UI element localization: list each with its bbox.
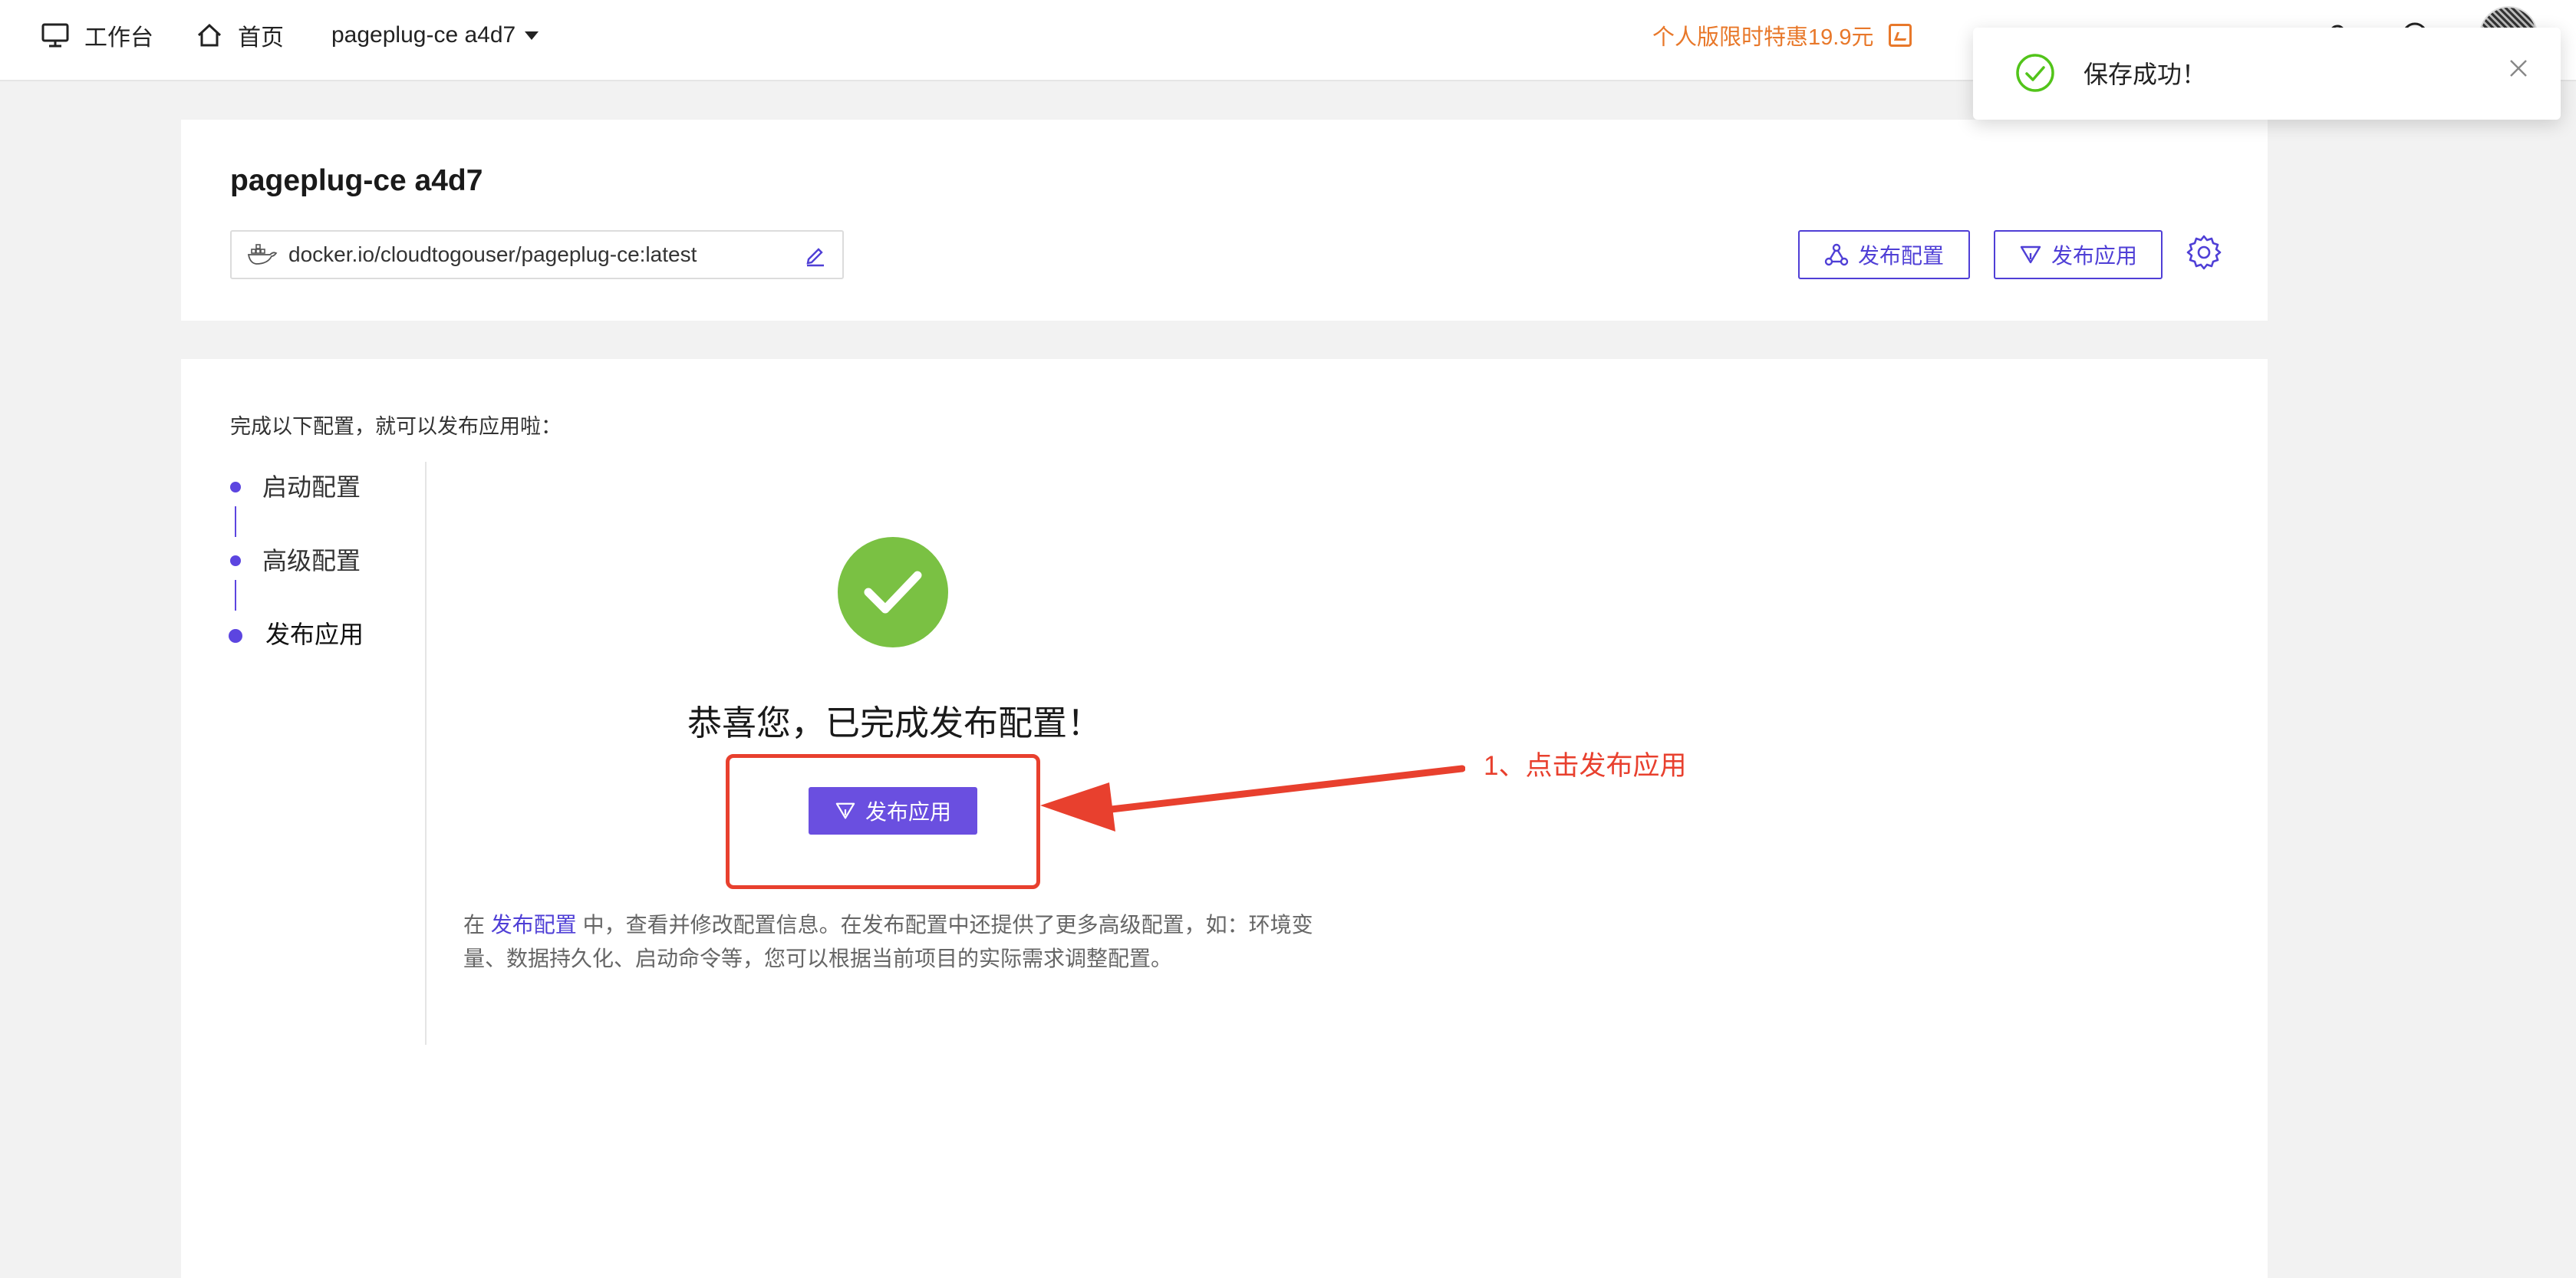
promo-link[interactable]: 个人版限时特惠19.9元 <box>1652 0 1912 71</box>
close-icon[interactable] <box>2508 58 2528 78</box>
step-publish-app[interactable]: 发布应用 <box>265 615 364 651</box>
step-connector <box>235 506 236 537</box>
promo-text: 个人版限时特惠19.9元 <box>1652 25 1874 50</box>
vertical-divider <box>425 462 427 1045</box>
publish-config-label: 发布配置 <box>1857 244 1944 268</box>
publish-config-button[interactable]: 发布配置 <box>1798 230 1970 279</box>
step-advanced-config[interactable]: 高级配置 <box>262 542 361 577</box>
caret-down-icon <box>525 31 539 40</box>
send-icon <box>2019 244 2042 265</box>
publish-app-label-top: 发布应用 <box>2051 244 2137 268</box>
success-check-icon <box>838 537 948 647</box>
hint-prefix: 在 <box>463 913 491 937</box>
app-title: pageplug-ce a4d7 <box>230 164 483 197</box>
deploy-nodes-icon <box>1824 243 1849 266</box>
hint-line1-rest: 中，查看并修改配置信息。在发布配置中还提供了更多高级配置，如：环境变 <box>576 913 1313 937</box>
save-success-toast: 保存成功！ <box>1973 28 2561 120</box>
settings-gear-icon[interactable] <box>2186 235 2222 270</box>
step-connector <box>235 580 236 611</box>
publish-app-button-top[interactable]: 发布应用 <box>1994 230 2163 279</box>
annotation-highlight-box <box>726 754 1040 889</box>
app-header-card: pageplug-ce a4d7 docker.io/cloudtogouser… <box>181 120 2268 321</box>
home-nav-item[interactable]: 首页 <box>196 0 284 71</box>
success-circle-icon <box>2014 52 2056 94</box>
annotation-arrow-icon <box>1036 752 1465 836</box>
image-address-text: docker.io/cloudtogouser/pageplug-ce:late… <box>288 242 697 266</box>
monitor-icon <box>41 23 69 48</box>
hint-text: 在 发布配置 中，查看并修改配置信息。在发布配置中还提供了更多高级配置，如：环境… <box>463 908 1522 976</box>
docker-icon <box>247 243 278 266</box>
edit-icon[interactable] <box>804 244 827 267</box>
home-icon <box>196 23 222 48</box>
step-dot <box>230 555 241 566</box>
intro-text: 完成以下配置，就可以发布应用啦： <box>230 415 562 438</box>
app-switcher-dropdown[interactable]: pageplug-ce a4d7 <box>331 0 539 71</box>
workbench-nav-item[interactable]: 工作台 <box>41 0 153 71</box>
step-dot-active <box>229 629 242 643</box>
congrats-heading: 恭喜您，已完成发布配置！ <box>687 703 1102 743</box>
chart-icon <box>1889 24 1912 47</box>
hint-line2: 量、数据持久化、启动命令等，您可以根据当前项目的实际需求调整配置。 <box>463 947 1173 970</box>
home-label: 首页 <box>238 25 284 51</box>
workbench-label: 工作台 <box>84 25 153 51</box>
publish-config-link[interactable]: 发布配置 <box>491 913 577 937</box>
app-switcher-label: pageplug-ce a4d7 <box>331 22 516 48</box>
step-dot <box>230 482 241 492</box>
step-startup-config[interactable]: 启动配置 <box>262 468 361 503</box>
image-address-field: docker.io/cloudtogouser/pageplug-ce:late… <box>230 230 844 279</box>
toast-message: 保存成功！ <box>2084 61 2207 88</box>
annotation-label: 1、点击发布应用 <box>1484 751 1687 781</box>
